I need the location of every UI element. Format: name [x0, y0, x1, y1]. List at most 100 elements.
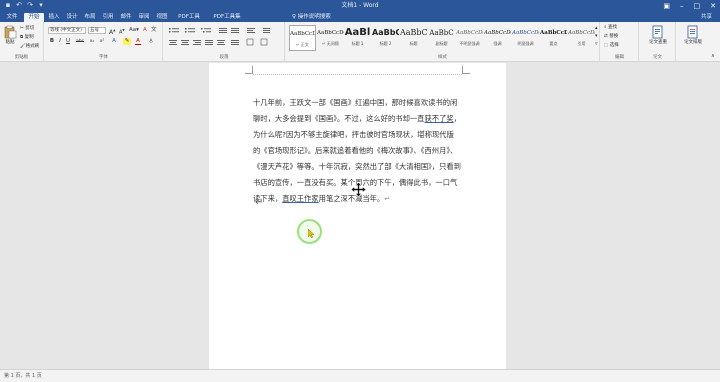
- style-subtle-emphasis[interactable]: AaBbCcDd 不明显强调: [456, 25, 483, 51]
- underline-button[interactable]: U: [65, 38, 71, 45]
- font-color-button[interactable]: A: [135, 38, 141, 45]
- tab-home[interactable]: 开始: [24, 13, 44, 22]
- text-line: 《漫天芦花》等等。十年沉寂，突然出了部《大清相国》，只看到: [253, 159, 465, 175]
- bold-button[interactable]: B: [49, 38, 55, 45]
- style-name: 引用: [577, 41, 586, 46]
- style-quote[interactable]: AaBbCcDd 引用: [568, 25, 595, 51]
- tab-references[interactable]: 引用: [100, 13, 116, 22]
- paper-check-button[interactable]: 论文查重: [644, 25, 672, 46]
- style-name: 要点: [549, 41, 558, 46]
- find-button[interactable]: ⌕ 查找: [604, 25, 617, 31]
- close-icon[interactable]: ✕: [710, 0, 716, 12]
- style-intense-emphasis[interactable]: AaBbCcDd 明显强调: [512, 25, 539, 51]
- tab-insert[interactable]: 插入: [46, 13, 62, 22]
- search-icon: ⌕: [604, 25, 607, 30]
- maximize-icon[interactable]: □: [694, 0, 701, 12]
- char-shading-button[interactable]: A̲: [147, 38, 155, 45]
- tab-review[interactable]: 审阅: [136, 13, 152, 22]
- tab-layout[interactable]: 布局: [82, 13, 98, 22]
- replace-button[interactable]: ⇄ 替换: [604, 34, 618, 40]
- strikethrough-button[interactable]: abc: [75, 38, 85, 45]
- share-button[interactable]: 共享: [701, 13, 712, 22]
- tab-design[interactable]: 设计: [64, 13, 80, 22]
- style-name: ↵ 正文: [296, 42, 309, 47]
- format-painter-button[interactable]: 🖌格式刷: [20, 44, 39, 50]
- clear-format-button[interactable]: A: [143, 27, 147, 33]
- font-size-combo[interactable]: 五号: [88, 27, 106, 34]
- text-line: 为什么呢?因为不够主旋律吧，抨击彼时官场现状，堪称现代版: [253, 127, 465, 143]
- style-preview: AaBbC: [400, 28, 427, 37]
- style-normal[interactable]: AaBbCcDd ↵ 正文: [289, 25, 316, 51]
- style-name: 副标题: [435, 41, 448, 46]
- italic-button[interactable]: I: [57, 38, 63, 45]
- underlined-text: 获不了奖: [424, 114, 454, 123]
- tab-pdf-toolset[interactable]: PDF工具集: [208, 13, 246, 22]
- tab-view[interactable]: 视图: [154, 13, 170, 22]
- tab-mailings[interactable]: 邮件: [118, 13, 134, 22]
- paper-format-icon: [687, 25, 698, 39]
- phonetic-button[interactable]: 文: [151, 27, 157, 33]
- style-strong[interactable]: AaBbCcDd 要点: [540, 25, 567, 51]
- text-run: ，: [453, 114, 461, 123]
- paragraph-mark: ↵: [255, 197, 264, 208]
- styles-group-label: 样式: [438, 55, 447, 60]
- select-label: 选择: [609, 43, 619, 48]
- paper-format-button[interactable]: 论文排版: [680, 25, 706, 46]
- paragraph-icons[interactable]: [167, 26, 281, 48]
- window-title: 文档1 - Word: [341, 2, 379, 9]
- text-effects-button[interactable]: A: [111, 38, 117, 45]
- style-preview: AaBbC: [372, 28, 399, 37]
- page-count-status[interactable]: 第 1 页，共 1 页: [4, 372, 42, 381]
- font-group-label: 字体: [99, 55, 108, 60]
- tab-pdf-tools[interactable]: PDF工具: [174, 13, 204, 22]
- text-run: 的《官场现形记》。后来就追着看他的《梅次故事》、《西州月》、: [253, 146, 458, 155]
- minimize-icon[interactable]: –: [680, 0, 684, 12]
- style-name: 标题: [409, 41, 418, 46]
- paper-check-icon: [652, 25, 663, 39]
- style-no-spacing[interactable]: AaBbCcDd ↵ 无间隔: [317, 25, 344, 51]
- highlight-button[interactable]: ✎: [123, 38, 131, 45]
- tell-me-search[interactable]: ♀ 操作说明搜索: [292, 13, 331, 22]
- header-margin-line: [253, 74, 462, 75]
- ribbon: 粘贴 ✂ 剪切 ⧉ 复制 🖌格式刷 剪贴板 等线 (中文正文) 五号 A▲ A▼…: [0, 22, 720, 62]
- margin-corner-tl: [245, 66, 253, 74]
- font-name-combo[interactable]: 等线 (中文正文): [48, 27, 86, 34]
- restore-icon[interactable]: ▣: [663, 0, 670, 12]
- shrink-font-button[interactable]: A▼: [119, 27, 125, 36]
- style-emphasis[interactable]: AaBbCcDd 强调: [484, 25, 511, 51]
- subscript-button[interactable]: x₂: [88, 38, 96, 45]
- text-run: 十几年前，王跃文一部《国画》红遍中国，那时候喜欢读书的闲: [253, 98, 458, 107]
- style-preview: AaBbCcDd: [512, 30, 539, 36]
- text-run: 聊时，大多会提到《国画》。不过，这么好的书却一直: [253, 114, 425, 123]
- styles-scroll-up-icon[interactable]: ▴: [595, 25, 598, 31]
- paste-button[interactable]: 粘贴: [2, 25, 18, 46]
- cut-button[interactable]: ✂ 剪切: [20, 26, 34, 32]
- style-name: 明显强调: [517, 41, 534, 46]
- paper-format-group: 论文排版: [677, 22, 709, 62]
- style-subtitle[interactable]: AaBbC 副标题: [428, 25, 455, 51]
- grow-font-button[interactable]: A▲: [109, 27, 115, 36]
- margin-corner-tr: [462, 66, 470, 74]
- text-run: 为什么呢?因为不够主旋律吧，抨击彼时官场现状，堪称现代版: [253, 130, 454, 139]
- ribbon-tabs: 文件 开始 插入 设计 布局 引用 邮件 审阅 视图 PDF工具 PDF工具集 …: [0, 12, 720, 22]
- style-heading-2[interactable]: AaBbC 标题 2: [372, 25, 399, 51]
- styles-scroll-down-icon[interactable]: ▾: [595, 33, 598, 39]
- copy-button[interactable]: ⧉ 复制: [20, 35, 34, 41]
- text-run: 《漫天芦花》等等。十年沉寂，突然出了部《大清相国》，只看到: [253, 162, 461, 171]
- styles-more-icon[interactable]: ▿: [595, 41, 598, 47]
- text-line: 十几年前，王跃文一部《国画》红遍中国，那时候喜欢读书的闲: [253, 95, 465, 111]
- change-case-button[interactable]: Aa▾: [129, 27, 139, 33]
- clipboard-group-label: 剪贴板: [14, 55, 29, 60]
- collapse-ribbon-icon[interactable]: ∧: [711, 53, 715, 59]
- cut-label: 剪切: [25, 26, 35, 31]
- editing-group: ⌕ 查找 ⇄ 替换 ⬚ 选择 编辑: [601, 22, 639, 62]
- superscript-button[interactable]: x²: [98, 38, 106, 45]
- select-button[interactable]: ⬚ 选择: [604, 43, 619, 49]
- text-line: 聊时，大多会提到《国画》。不过，这么好的书却一直获不了奖，: [253, 111, 465, 127]
- style-title[interactable]: AaBbC 标题: [400, 25, 427, 51]
- replace-icon: ⇄: [604, 34, 608, 39]
- style-preview: AaBbCcDd: [317, 30, 344, 36]
- style-heading-1[interactable]: AaBl 标题 1: [344, 25, 371, 51]
- tab-file[interactable]: 文件: [4, 13, 20, 22]
- copy-label: 复制: [24, 35, 34, 40]
